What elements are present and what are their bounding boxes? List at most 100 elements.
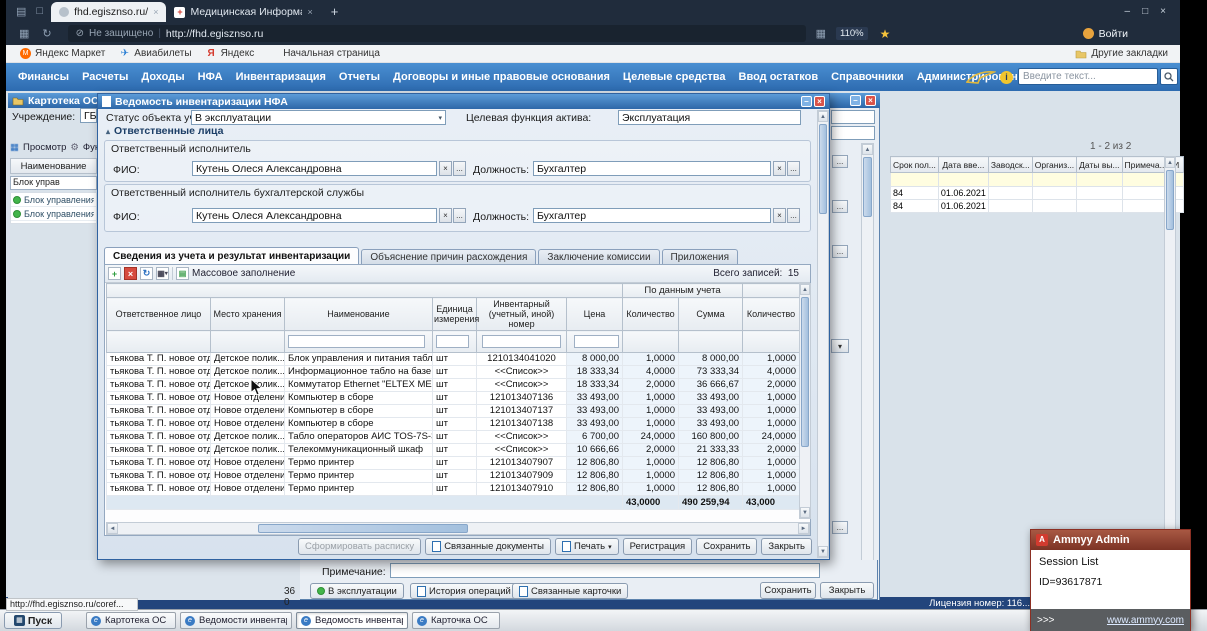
os-filter-cell[interactable] xyxy=(1122,173,1169,187)
position-field[interactable]: Бухгалтер xyxy=(533,161,771,176)
sidebar-icon[interactable]: □ xyxy=(36,5,43,17)
column-header[interactable]: Единица измерения xyxy=(433,298,477,331)
inventory-row[interactable]: тьякова Т. П. новое отделе...Новое отдел… xyxy=(107,418,800,431)
nav-item[interactable]: Инвентаризация xyxy=(236,71,326,83)
os-column-header[interactable]: Срок пол... xyxy=(891,157,939,173)
card-close-icon[interactable]: × xyxy=(865,95,876,106)
inventory-row[interactable]: тьякова Т. П. новое отделе...Детское пол… xyxy=(107,444,800,457)
nav-item[interactable]: НФА xyxy=(198,71,223,83)
inventory-row[interactable]: тьякова Т. П. новое отделе...Детское пол… xyxy=(107,379,800,392)
inventory-row[interactable]: тьякова Т. П. новое отделе...Детское пол… xyxy=(107,353,800,366)
browser-tab-active[interactable]: fhd.egisznso.ru/ × xyxy=(51,2,166,22)
os-column-header[interactable]: Даты вы... xyxy=(1077,157,1122,173)
inventory-row[interactable]: тьякова Т. П. новое отделе...Новое отдел… xyxy=(107,457,800,470)
clear-icon[interactable]: × xyxy=(439,161,452,176)
os-filter-cell[interactable] xyxy=(1032,173,1076,187)
tab-panel-icon[interactable]: ▤ xyxy=(16,5,26,18)
column-header[interactable]: Наименование xyxy=(285,298,433,331)
browser-tab[interactable]: + Медицинская Информацион × xyxy=(166,2,320,22)
ammyy-titlebar[interactable]: A Ammyy Admin xyxy=(1031,530,1190,550)
lookup-button[interactable]: ... xyxy=(787,208,800,223)
nav-item[interactable]: Ввод остатков xyxy=(739,71,819,83)
lookup-button[interactable]: ... xyxy=(832,245,848,258)
taskbar-button[interactable]: eВедомость инвентаризац... xyxy=(296,612,408,629)
search-input[interactable] xyxy=(1018,68,1158,85)
inventory-row[interactable]: тьякова Т. П. новое отделе...Новое отдел… xyxy=(107,405,800,418)
view-button[interactable]: Просмотр xyxy=(23,142,66,153)
bookmark-item[interactable]: Начальная страница xyxy=(268,48,380,59)
card-close-button[interactable]: Закрыть xyxy=(820,582,874,599)
taskbar-button[interactable]: eКартотека ОС xyxy=(86,612,176,629)
name-filter-input[interactable]: Блок управ xyxy=(10,176,97,190)
column-header-row[interactable]: Ответственное лицоМесто храненияНаименов… xyxy=(107,298,800,331)
lookup-button[interactable]: ... xyxy=(832,521,848,534)
linked-documents-button[interactable]: Связанные документы xyxy=(425,538,551,555)
os-row[interactable]: 8401.06.2021 xyxy=(891,187,1184,200)
column-header[interactable]: Сумма xyxy=(679,298,743,331)
name-column-header[interactable]: Наименование xyxy=(10,158,97,174)
sheet-tab[interactable]: Сведения из учета и результат инвентариз… xyxy=(104,247,359,264)
columns-icon[interactable]: ▦▾ xyxy=(156,267,169,280)
note-field[interactable] xyxy=(390,563,820,578)
column-header[interactable]: Количество xyxy=(743,298,799,331)
card-titlebar[interactable]: – × xyxy=(828,93,880,108)
column-header[interactable]: Ответственное лицо xyxy=(107,298,211,331)
card-save-button[interactable]: Сохранить xyxy=(760,582,816,599)
column-filter-input[interactable] xyxy=(436,335,469,348)
tab-close-icon[interactable]: × xyxy=(307,7,312,17)
registration-button[interactable]: Регистрация xyxy=(623,538,693,555)
os-column-header[interactable]: Дата вве... xyxy=(938,157,988,173)
make-receipt-button[interactable]: Сформировать расписку xyxy=(298,538,421,555)
collapse-icon[interactable]: ▴ xyxy=(106,127,110,136)
start-button[interactable]: ▦ Пуск xyxy=(4,612,62,629)
mass-fill-icon[interactable]: ▤ xyxy=(176,267,189,280)
ammyy-site-link[interactable]: www.ammyy.com xyxy=(1107,615,1184,626)
modal-titlebar[interactable]: Ведомость инвентаризации НФА – × xyxy=(98,94,829,109)
refresh-icon[interactable]: ↻ xyxy=(140,267,153,280)
lookup-button[interactable]: ... xyxy=(832,155,848,168)
os-column-header[interactable]: Организ... xyxy=(1032,157,1076,173)
apps-icon[interactable]: ▦ xyxy=(19,27,29,40)
inventory-row[interactable]: тьякова Т. П. новое отделе...Детское пол… xyxy=(107,366,800,379)
add-row-icon[interactable]: + xyxy=(108,267,121,280)
cartoteka-row[interactable]: Блок управления и пи xyxy=(11,193,96,207)
os-filter-cell[interactable] xyxy=(891,173,939,187)
column-filter-input[interactable] xyxy=(482,335,561,348)
column-filter-input[interactable] xyxy=(288,335,425,348)
position-field[interactable]: Бухгалтер xyxy=(533,208,771,223)
column-filter-input[interactable] xyxy=(574,335,619,348)
column-header[interactable]: Место хранения xyxy=(211,298,285,331)
clear-icon[interactable]: × xyxy=(773,161,786,176)
scroll-up-icon[interactable]: ▲ xyxy=(800,284,810,295)
mass-fill-button[interactable]: Массовое заполнение xyxy=(192,268,295,279)
inventory-row[interactable]: тьякова Т. П. новое отделе...Детское пол… xyxy=(107,431,800,444)
inventory-row[interactable]: тьякова Т. П. новое отделе...Новое отдел… xyxy=(107,483,800,496)
os-column-header[interactable]: Примеча... xyxy=(1122,157,1169,173)
persons-section-header[interactable]: ▴ Ответственные лица xyxy=(106,125,223,137)
os-filter-cell[interactable] xyxy=(988,173,1032,187)
close-button[interactable]: Закрыть xyxy=(761,538,812,555)
nav-item[interactable]: Отчеты xyxy=(339,71,380,83)
column-header[interactable]: Количество xyxy=(623,298,679,331)
lookup-button[interactable]: ... xyxy=(453,161,466,176)
scroll-up-icon[interactable]: ▲ xyxy=(1165,157,1175,168)
target-function-field[interactable]: Эксплуатация xyxy=(618,110,801,125)
lookup-button[interactable]: ... xyxy=(787,161,800,176)
inventory-row[interactable]: тьякова Т. П. новое отделе...Новое отдел… xyxy=(107,392,800,405)
column-header[interactable]: Цена xyxy=(567,298,623,331)
functions-button[interactable]: Функции xyxy=(83,142,97,153)
login-button[interactable]: Войти xyxy=(1083,28,1128,40)
taskbar-button[interactable]: eКарточка ОС xyxy=(412,612,500,629)
institution-field[interactable]: ГБУЗ Н xyxy=(80,108,97,123)
zoom-level[interactable]: 110% xyxy=(836,27,868,40)
modal-vertical-scrollbar[interactable]: ▲ ▼ xyxy=(817,110,829,558)
clear-icon[interactable]: × xyxy=(439,208,452,223)
nav-item[interactable]: Финансы xyxy=(18,71,69,83)
filter-row[interactable] xyxy=(107,331,800,353)
save-button[interactable]: Сохранить xyxy=(696,538,757,555)
tab-close-icon[interactable]: × xyxy=(153,7,158,17)
bookmark-star-icon[interactable]: ★ xyxy=(880,27,891,41)
os-filter-row[interactable] xyxy=(891,173,1184,187)
cartoteka-row[interactable]: Блок управления и пи xyxy=(11,207,96,221)
nav-item[interactable]: Договоры и иные правовые основания xyxy=(393,71,610,83)
